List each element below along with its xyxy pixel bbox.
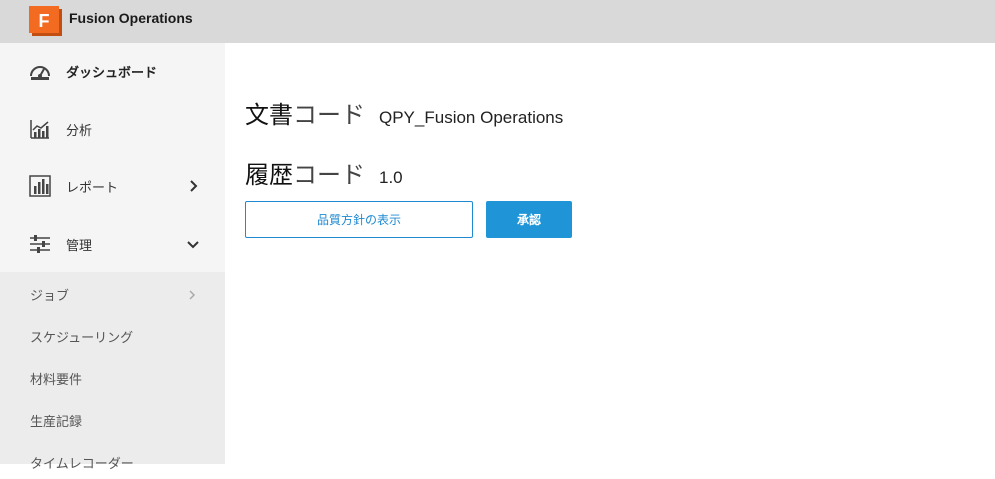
svg-text:F: F bbox=[39, 11, 50, 31]
sidebar-item-analytics[interactable]: 分析 bbox=[0, 104, 225, 154]
document-code-label-light: コード bbox=[293, 101, 365, 129]
document-code-value: QPY_Fusion Operations bbox=[379, 108, 564, 127]
chevron-down-icon bbox=[187, 241, 199, 249]
sidebar-item-label: 管理 bbox=[66, 238, 93, 254]
approve-button[interactable]: 承認 bbox=[486, 201, 572, 238]
report-icon bbox=[29, 175, 51, 197]
sidebar-item-management[interactable]: 管理 bbox=[0, 219, 225, 269]
submenu-item-time-recorder[interactable]: タイムレコーダー bbox=[0, 445, 225, 479]
history-code-row: 履歴 コード 1.0 bbox=[245, 155, 403, 190]
fusion-logo-icon[interactable]: F bbox=[29, 6, 62, 36]
chevron-right-icon bbox=[189, 290, 196, 300]
submenu-item-material-requirements[interactable]: 材料要件 bbox=[0, 361, 225, 395]
history-code-value: 1.0 bbox=[379, 168, 403, 187]
submenu-item-jobs[interactable]: ジョブ bbox=[0, 277, 225, 311]
sidebar-item-label: ダッシュボード bbox=[66, 65, 158, 81]
analytics-icon bbox=[30, 120, 49, 139]
submenu-item-label: 材料要件 bbox=[30, 373, 83, 388]
dashboard-icon bbox=[30, 66, 50, 80]
history-code-label-strong: 履歴 bbox=[245, 161, 293, 189]
management-submenu: ジョブ スケジューリング 材料要件 生産記録 タイムレコーダー bbox=[0, 272, 225, 472]
submenu-item-scheduling[interactable]: スケジューリング bbox=[0, 319, 225, 353]
document-code-label-strong: 文書 bbox=[245, 101, 293, 129]
top-bar: F Fusion Operations bbox=[0, 0, 995, 43]
history-code-label-light: コード bbox=[293, 161, 365, 189]
submenu-item-label: 生産記録 bbox=[30, 415, 83, 430]
app-title: Fusion Operations bbox=[69, 10, 193, 26]
submenu-item-label: ジョブ bbox=[30, 289, 70, 304]
sidebar-item-dashboard[interactable]: ダッシュボード bbox=[0, 46, 225, 96]
submenu-item-label: タイムレコーダー bbox=[30, 457, 134, 472]
settings-sliders-icon bbox=[30, 235, 50, 253]
document-code-row: 文書 コード QPY_Fusion Operations bbox=[245, 95, 563, 130]
show-quality-policy-button[interactable]: 品質方針の表示 bbox=[245, 201, 473, 238]
main-content: 文書 コード QPY_Fusion Operations 履歴 コード 1.0 … bbox=[225, 43, 995, 464]
chevron-right-icon bbox=[190, 180, 198, 192]
sidebar: ダッシュボード 分析 レポート 管理 ジョブ スケジューリング 材料要件 生産記… bbox=[0, 43, 225, 472]
submenu-item-label: スケジューリング bbox=[30, 331, 134, 346]
sidebar-item-label: レポート bbox=[66, 180, 119, 196]
submenu-item-production-records[interactable]: 生産記録 bbox=[0, 403, 225, 437]
sidebar-item-label: 分析 bbox=[66, 123, 93, 139]
sidebar-item-reports[interactable]: レポート bbox=[0, 161, 225, 211]
